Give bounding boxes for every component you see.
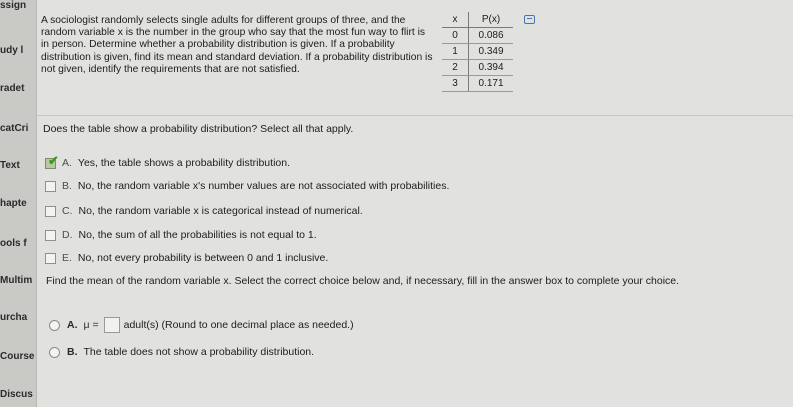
mu-label: μ = [83,319,99,331]
option-letter: B. [67,346,78,358]
option-b-radio[interactable]: B. The table does not show a probability… [49,345,314,359]
table-cell-x: 3 [442,75,469,92]
sidebar-item-gradebook[interactable]: radet [0,83,36,94]
option-text: No, the sum of all the probabilities is … [78,229,317,241]
option-d-checkbox[interactable]: D. No, the sum of all the probabilities … [45,228,317,242]
table-cell-px: 0.086 [468,27,513,44]
sidebar-item-chapter[interactable]: hapte [0,198,36,209]
option-letter: D. [62,229,73,241]
table-row: 3 0.171 [442,75,513,92]
option-letter: E. [62,252,72,264]
table-cell-x: 1 [442,43,469,60]
checkbox-checked[interactable]: ✔ [45,154,59,169]
table-header-px: P(x) [468,12,513,28]
question-panel: A sociologist randomly selects single ad… [37,0,793,407]
table-cell-x: 2 [442,59,469,76]
option-text: No, the random variable x is categorical… [78,205,363,217]
option-text: Yes, the table shows a probability distr… [77,157,290,169]
option-e-checkbox[interactable]: E. No, not every probability is between … [45,251,328,265]
checkbox[interactable] [45,205,56,217]
option-text: No, the random variable x's number value… [77,180,450,192]
copy-table-icon[interactable] [524,15,535,24]
table-cell-px: 0.394 [468,59,513,76]
table-header-x: x [442,12,469,28]
sidebar: ssign udy l radet catCri Text hapte ools… [0,0,37,407]
mean-answer-input[interactable] [103,317,120,333]
sidebar-item-statcrunch[interactable]: catCri [0,123,36,134]
sidebar-item-course[interactable]: Course [0,351,36,362]
sidebar-item-discussions[interactable]: Discus [0,389,36,400]
sidebar-item-multimedia[interactable]: Multim [0,275,36,286]
divider [37,115,793,116]
checkbox[interactable] [45,229,56,241]
table-cell-px: 0.171 [468,75,513,92]
part2-prompt: Find the mean of the random variable x. … [46,275,680,287]
table-cell-x: 0 [442,27,469,44]
table-cell-px: 0.349 [468,43,513,60]
option-text: The table does not show a probability di… [83,346,315,358]
option-letter: A. [67,319,78,331]
option-b-checkbox[interactable]: B. No, the random variable x's number va… [45,179,449,193]
checkbox[interactable] [45,180,56,192]
probability-table: x P(x) 0 0.086 1 0.349 2 0.394 3 0.171 [442,12,513,92]
table-row: 0 0.086 [442,27,513,44]
option-text: No, not every probability is between 0 a… [77,252,329,264]
option-a-radio[interactable]: A. μ = adult(s) (Round to one decimal pl… [49,317,354,333]
option-c-checkbox[interactable]: C. No, the random variable x is categori… [45,204,363,218]
radio-button[interactable] [49,319,60,331]
sidebar-item-tools[interactable]: ools f [0,238,36,249]
option-letter: A. [62,157,72,169]
option-a-checkbox[interactable]: ✔ A. Yes, the table shows a probability … [45,154,290,170]
radio-button[interactable] [49,346,60,358]
checkmark-icon: ✔ [48,152,59,168]
sidebar-item-etext[interactable]: Text [0,160,36,171]
option-letter: B. [62,180,72,192]
option-letter: C. [62,205,73,217]
option-text: adult(s) (Round to one decimal place as … [123,319,354,331]
question-text: A sociologist randomly selects single ad… [41,15,433,75]
sidebar-item-study-plan[interactable]: udy l [0,45,36,56]
sidebar-item-purchase[interactable]: urcha [0,312,36,323]
checkbox[interactable] [45,252,56,264]
table-row: 1 0.349 [442,43,513,60]
sidebar-item-assignments[interactable]: ssign [0,0,36,11]
table-row: 2 0.394 [442,59,513,76]
part1-prompt: Does the table show a probability distri… [43,123,354,135]
